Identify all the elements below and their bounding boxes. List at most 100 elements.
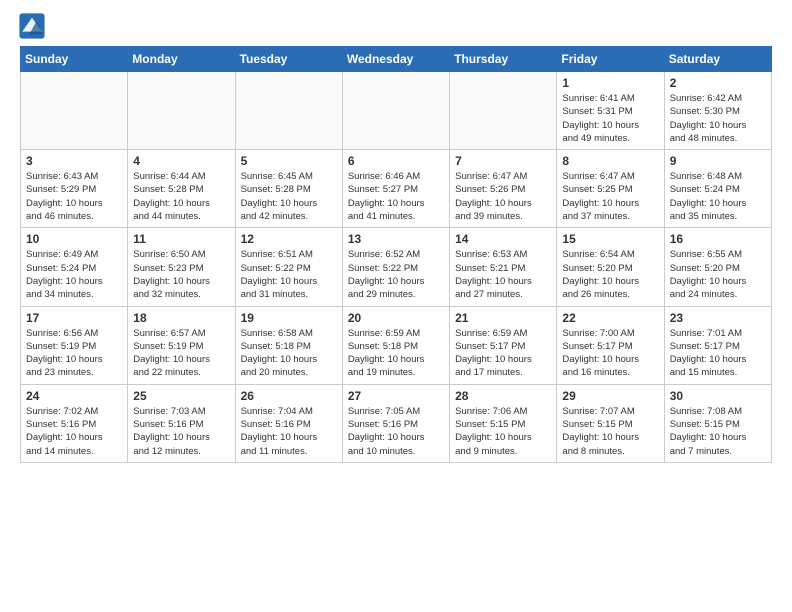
weekday-saturday: Saturday [664, 47, 771, 72]
day-info: Sunrise: 6:59 AM Sunset: 5:17 PM Dayligh… [455, 327, 551, 380]
day-info: Sunrise: 6:53 AM Sunset: 5:21 PM Dayligh… [455, 248, 551, 301]
weekday-header-row: SundayMondayTuesdayWednesdayThursdayFrid… [21, 47, 772, 72]
day-number: 30 [670, 389, 766, 403]
week-row-2: 10Sunrise: 6:49 AM Sunset: 5:24 PM Dayli… [21, 228, 772, 306]
day-number: 7 [455, 154, 551, 168]
header [0, 0, 792, 46]
calendar-cell: 28 Sunrise: 7:06 AM Sunset: 5:15 PM Dayli… [450, 384, 557, 462]
day-number: 25 [133, 389, 229, 403]
calendar-cell: 22 Sunrise: 7:00 AM Sunset: 5:17 PM Dayli… [557, 306, 664, 384]
day-info: Sunrise: 7:01 AM Sunset: 5:17 PM Dayligh… [670, 327, 766, 380]
day-number: 19 [241, 311, 337, 325]
day-number: 4 [133, 154, 229, 168]
weekday-wednesday: Wednesday [342, 47, 449, 72]
calendar-cell: 12Sunrise: 6:51 AM Sunset: 5:22 PM Dayli… [235, 228, 342, 306]
day-number: 29 [562, 389, 658, 403]
day-number: 8 [562, 154, 658, 168]
day-info: Sunrise: 6:58 AM Sunset: 5:18 PM Dayligh… [241, 327, 337, 380]
calendar-cell: 16 Sunrise: 6:55 AM Sunset: 5:20 PM Dayli… [664, 228, 771, 306]
calendar-cell: 20 Sunrise: 6:59 AM Sunset: 5:18 PM Dayli… [342, 306, 449, 384]
day-number: 27 [348, 389, 444, 403]
calendar-cell: 25Sunrise: 7:03 AM Sunset: 5:16 PM Dayli… [128, 384, 235, 462]
day-info: Sunrise: 6:50 AM Sunset: 5:23 PM Dayligh… [133, 248, 229, 301]
calendar-cell: 18 Sunrise: 6:57 AM Sunset: 5:19 PM Dayli… [128, 306, 235, 384]
day-info: Sunrise: 6:51 AM Sunset: 5:22 PM Dayligh… [241, 248, 337, 301]
day-info: Sunrise: 6:47 AM Sunset: 5:26 PM Dayligh… [455, 170, 551, 223]
logo [18, 12, 50, 40]
calendar-cell: 6 Sunrise: 6:46 AM Sunset: 5:27 PM Daylig… [342, 150, 449, 228]
day-number: 24 [26, 389, 122, 403]
week-row-1: 3 Sunrise: 6:43 AM Sunset: 5:29 PM Daylig… [21, 150, 772, 228]
day-info: Sunrise: 6:48 AM Sunset: 5:24 PM Dayligh… [670, 170, 766, 223]
calendar-cell [235, 72, 342, 150]
calendar-table: SundayMondayTuesdayWednesdayThursdayFrid… [20, 46, 772, 463]
logo-icon [18, 12, 46, 40]
calendar-cell: 9 Sunrise: 6:48 AM Sunset: 5:24 PM Daylig… [664, 150, 771, 228]
calendar-cell: 3 Sunrise: 6:43 AM Sunset: 5:29 PM Daylig… [21, 150, 128, 228]
day-info: Sunrise: 6:43 AM Sunset: 5:29 PM Dayligh… [26, 170, 122, 223]
weekday-tuesday: Tuesday [235, 47, 342, 72]
day-info: Sunrise: 6:46 AM Sunset: 5:27 PM Dayligh… [348, 170, 444, 223]
day-info: Sunrise: 7:08 AM Sunset: 5:15 PM Dayligh… [670, 405, 766, 458]
day-number: 6 [348, 154, 444, 168]
calendar-cell: 21 Sunrise: 6:59 AM Sunset: 5:17 PM Dayli… [450, 306, 557, 384]
day-info: Sunrise: 6:42 AM Sunset: 5:30 PM Dayligh… [670, 92, 766, 145]
day-info: Sunrise: 6:59 AM Sunset: 5:18 PM Dayligh… [348, 327, 444, 380]
day-number: 11 [133, 232, 229, 246]
calendar-cell: 11 Sunrise: 6:50 AM Sunset: 5:23 PM Dayli… [128, 228, 235, 306]
day-info: Sunrise: 6:56 AM Sunset: 5:19 PM Dayligh… [26, 327, 122, 380]
day-info: Sunrise: 6:41 AM Sunset: 5:31 PM Dayligh… [562, 92, 658, 145]
calendar-cell: 1Sunrise: 6:41 AM Sunset: 5:31 PM Daylig… [557, 72, 664, 150]
day-number: 21 [455, 311, 551, 325]
week-row-4: 24 Sunrise: 7:02 AM Sunset: 5:16 PM Dayli… [21, 384, 772, 462]
day-number: 14 [455, 232, 551, 246]
calendar-cell: 7 Sunrise: 6:47 AM Sunset: 5:26 PM Daylig… [450, 150, 557, 228]
day-number: 16 [670, 232, 766, 246]
day-number: 9 [670, 154, 766, 168]
day-number: 2 [670, 76, 766, 90]
day-info: Sunrise: 7:04 AM Sunset: 5:16 PM Dayligh… [241, 405, 337, 458]
calendar-cell [450, 72, 557, 150]
day-number: 18 [133, 311, 229, 325]
day-info: Sunrise: 7:05 AM Sunset: 5:16 PM Dayligh… [348, 405, 444, 458]
calendar-cell: 4 Sunrise: 6:44 AM Sunset: 5:28 PM Daylig… [128, 150, 235, 228]
day-info: Sunrise: 7:00 AM Sunset: 5:17 PM Dayligh… [562, 327, 658, 380]
calendar-cell: 13Sunrise: 6:52 AM Sunset: 5:22 PM Dayli… [342, 228, 449, 306]
day-number: 15 [562, 232, 658, 246]
day-info: Sunrise: 6:52 AM Sunset: 5:22 PM Dayligh… [348, 248, 444, 301]
day-info: Sunrise: 7:07 AM Sunset: 5:15 PM Dayligh… [562, 405, 658, 458]
day-number: 17 [26, 311, 122, 325]
calendar-cell: 29 Sunrise: 7:07 AM Sunset: 5:15 PM Dayli… [557, 384, 664, 462]
weekday-monday: Monday [128, 47, 235, 72]
day-info: Sunrise: 6:45 AM Sunset: 5:28 PM Dayligh… [241, 170, 337, 223]
day-number: 10 [26, 232, 122, 246]
calendar-cell: 5 Sunrise: 6:45 AM Sunset: 5:28 PM Daylig… [235, 150, 342, 228]
calendar-cell: 15 Sunrise: 6:54 AM Sunset: 5:20 PM Dayli… [557, 228, 664, 306]
day-info: Sunrise: 6:57 AM Sunset: 5:19 PM Dayligh… [133, 327, 229, 380]
calendar-cell: 10Sunrise: 6:49 AM Sunset: 5:24 PM Dayli… [21, 228, 128, 306]
calendar-cell: 17 Sunrise: 6:56 AM Sunset: 5:19 PM Dayli… [21, 306, 128, 384]
calendar-wrapper: SundayMondayTuesdayWednesdayThursdayFrid… [0, 46, 792, 473]
week-row-3: 17 Sunrise: 6:56 AM Sunset: 5:19 PM Dayli… [21, 306, 772, 384]
calendar-cell: 30 Sunrise: 7:08 AM Sunset: 5:15 PM Dayli… [664, 384, 771, 462]
calendar-cell: 26 Sunrise: 7:04 AM Sunset: 5:16 PM Dayli… [235, 384, 342, 462]
day-info: Sunrise: 7:06 AM Sunset: 5:15 PM Dayligh… [455, 405, 551, 458]
day-info: Sunrise: 6:47 AM Sunset: 5:25 PM Dayligh… [562, 170, 658, 223]
day-info: Sunrise: 6:44 AM Sunset: 5:28 PM Dayligh… [133, 170, 229, 223]
day-number: 3 [26, 154, 122, 168]
day-info: Sunrise: 7:02 AM Sunset: 5:16 PM Dayligh… [26, 405, 122, 458]
weekday-sunday: Sunday [21, 47, 128, 72]
day-number: 26 [241, 389, 337, 403]
calendar-cell: 24 Sunrise: 7:02 AM Sunset: 5:16 PM Dayli… [21, 384, 128, 462]
day-number: 20 [348, 311, 444, 325]
week-row-0: 1Sunrise: 6:41 AM Sunset: 5:31 PM Daylig… [21, 72, 772, 150]
day-number: 23 [670, 311, 766, 325]
calendar-cell: 8 Sunrise: 6:47 AM Sunset: 5:25 PM Daylig… [557, 150, 664, 228]
day-number: 22 [562, 311, 658, 325]
calendar-cell: 14 Sunrise: 6:53 AM Sunset: 5:21 PM Dayli… [450, 228, 557, 306]
calendar-cell: 2 Sunrise: 6:42 AM Sunset: 5:30 PM Daylig… [664, 72, 771, 150]
day-number: 28 [455, 389, 551, 403]
day-info: Sunrise: 6:54 AM Sunset: 5:20 PM Dayligh… [562, 248, 658, 301]
day-info: Sunrise: 6:55 AM Sunset: 5:20 PM Dayligh… [670, 248, 766, 301]
day-number: 5 [241, 154, 337, 168]
